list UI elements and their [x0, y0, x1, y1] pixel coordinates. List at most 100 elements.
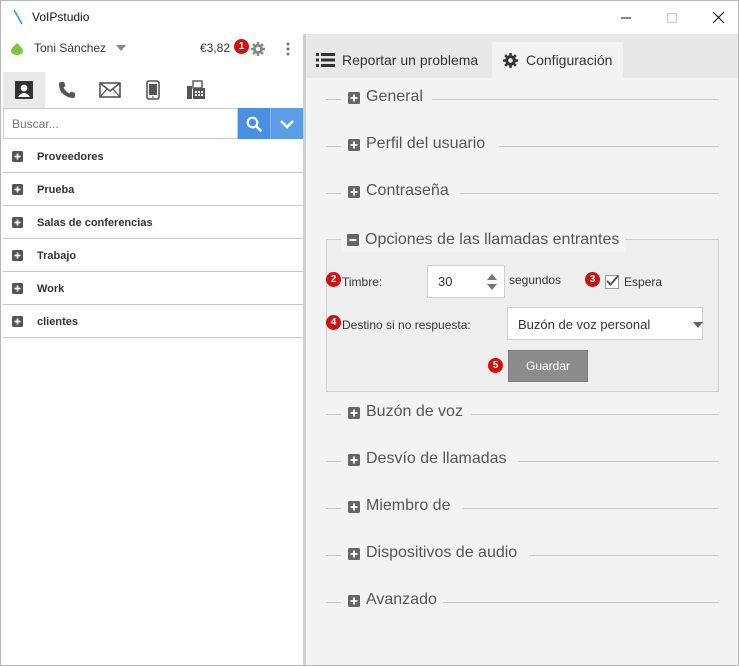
section-incoming-calls-header[interactable]: Opciones de las llamadas entrantes	[341, 228, 626, 252]
fax-icon	[187, 80, 205, 99]
phone-icon	[59, 82, 75, 98]
divider	[326, 99, 341, 100]
section-title: Buzón de voz	[366, 403, 463, 420]
expand-plus-icon	[348, 548, 360, 560]
divider	[326, 414, 341, 415]
list-item[interactable]: clientes	[3, 305, 303, 338]
gear-icon[interactable]	[250, 41, 266, 57]
divider	[326, 508, 341, 509]
close-button[interactable]	[695, 1, 738, 34]
ring-unit-label: segundos	[509, 273, 562, 287]
section-password[interactable]: Contraseña	[326, 181, 719, 205]
callout-badge-2: 2	[326, 272, 341, 287]
left-panel: Toni Sánchez €3,82 1 Buscar... Proveedor…	[1, 34, 303, 665]
callout-badge-5: 5	[488, 358, 503, 373]
section-call-forwarding[interactable]: Desvío de llamadas	[326, 449, 719, 473]
contact-card-icon	[15, 81, 33, 99]
tab-mobile[interactable]	[132, 72, 174, 108]
chevron-down-icon	[280, 119, 294, 129]
maximize-button[interactable]	[649, 1, 695, 34]
section-member-of[interactable]: Miembro de	[326, 496, 719, 520]
expand-plus-icon	[12, 250, 23, 261]
group-name: clientes	[37, 316, 78, 328]
tab-label: Reportar un problema	[342, 52, 479, 68]
contact-groups-list: Proveedores Prueba Salas de conferencias…	[3, 140, 303, 338]
group-name: Proveedores	[37, 151, 104, 163]
section-title: General	[366, 88, 423, 105]
section-advanced[interactable]: Avanzado	[326, 590, 719, 614]
more-options-icon[interactable]	[281, 42, 295, 56]
section-general[interactable]: General	[326, 87, 719, 111]
divider	[518, 461, 719, 462]
divider	[432, 99, 719, 100]
expand-plus-icon	[348, 407, 360, 419]
divider	[471, 414, 719, 415]
list-item[interactable]: Work	[3, 272, 303, 305]
expand-plus-icon	[348, 501, 360, 513]
section-voicemail[interactable]: Buzón de voz	[326, 402, 719, 426]
user-name[interactable]: Toni Sánchez	[34, 41, 106, 55]
search-input[interactable]	[3, 108, 238, 139]
section-title: Opciones de las llamadas entrantes	[365, 231, 620, 248]
tab-configuration[interactable]: Configuración	[492, 42, 623, 78]
checkmark-icon	[606, 275, 619, 286]
divider	[443, 602, 719, 603]
divider	[460, 193, 719, 194]
minimize-button[interactable]	[603, 1, 649, 34]
tab-calls[interactable]	[46, 72, 88, 108]
section-title: Perfil del usuario	[366, 135, 486, 152]
divider	[463, 508, 719, 509]
divider	[326, 602, 341, 603]
chevron-down-icon	[693, 322, 703, 328]
search-icon	[246, 116, 262, 132]
account-balance: €3,82	[200, 41, 231, 55]
callout-badge-1: 1	[234, 39, 249, 54]
list-item[interactable]: Prueba	[3, 173, 303, 206]
section-title: Desvío de llamadas	[366, 450, 507, 467]
close-icon	[712, 12, 724, 23]
expand-plus-icon	[12, 217, 23, 228]
tab-report-problem[interactable]: Reportar un problema	[316, 42, 478, 78]
no-answer-destination-select[interactable]: Buzón de voz personal	[507, 307, 703, 340]
tab-fax[interactable]	[175, 72, 217, 108]
group-name: Prueba	[37, 184, 75, 196]
search-options-button[interactable]	[270, 108, 303, 139]
voipstudio-logo-icon	[13, 9, 23, 25]
wait-checkbox[interactable]	[605, 275, 619, 289]
section-title: Miembro de	[366, 497, 451, 514]
chevron-down-icon[interactable]	[116, 45, 126, 52]
selected-value: Buzón de voz personal	[518, 317, 651, 332]
section-user-profile[interactable]: Perfil del usuario	[326, 134, 719, 158]
status-online-icon[interactable]	[11, 43, 23, 55]
section-audio-devices[interactable]: Dispositivos de audio	[326, 543, 719, 567]
expand-plus-icon	[348, 595, 360, 607]
ring-label: Timbre:	[342, 275, 383, 289]
minimize-icon	[621, 17, 631, 18]
save-button[interactable]: Guardar	[508, 350, 588, 382]
ring-time-input[interactable]	[428, 266, 476, 297]
expand-plus-icon	[12, 316, 23, 327]
wait-label: Espera	[624, 275, 663, 289]
expand-plus-icon	[348, 139, 360, 151]
search-bar	[3, 108, 303, 139]
list-item[interactable]: Proveedores	[3, 140, 303, 173]
app-window: VoIPstudio Toni Sánchez €3,82 1 Buscar..…	[0, 0, 739, 666]
right-panel: Reportar un problema Configuración Gener…	[306, 34, 738, 665]
list-item[interactable]: Salas de conferencias	[3, 206, 303, 239]
maximize-icon	[667, 12, 677, 23]
spinner-arrows-icon[interactable]	[486, 272, 498, 292]
section-title: Dispositivos de audio	[366, 544, 518, 561]
divider	[326, 461, 341, 462]
section-title: Contraseña	[366, 182, 449, 199]
divider	[499, 146, 719, 147]
tab-messages[interactable]	[89, 72, 131, 108]
group-name: Salas de conferencias	[37, 217, 153, 229]
tab-contacts[interactable]	[3, 72, 45, 108]
ring-time-stepper[interactable]	[427, 265, 505, 298]
gear-icon	[502, 52, 519, 69]
group-name: Work	[37, 283, 65, 295]
incoming-calls-options-panel: Opciones de las llamadas entrantes 2 Tim…	[326, 228, 719, 392]
divider	[326, 555, 341, 556]
search-button[interactable]	[238, 108, 270, 139]
list-item[interactable]: Trabajo	[3, 239, 303, 272]
